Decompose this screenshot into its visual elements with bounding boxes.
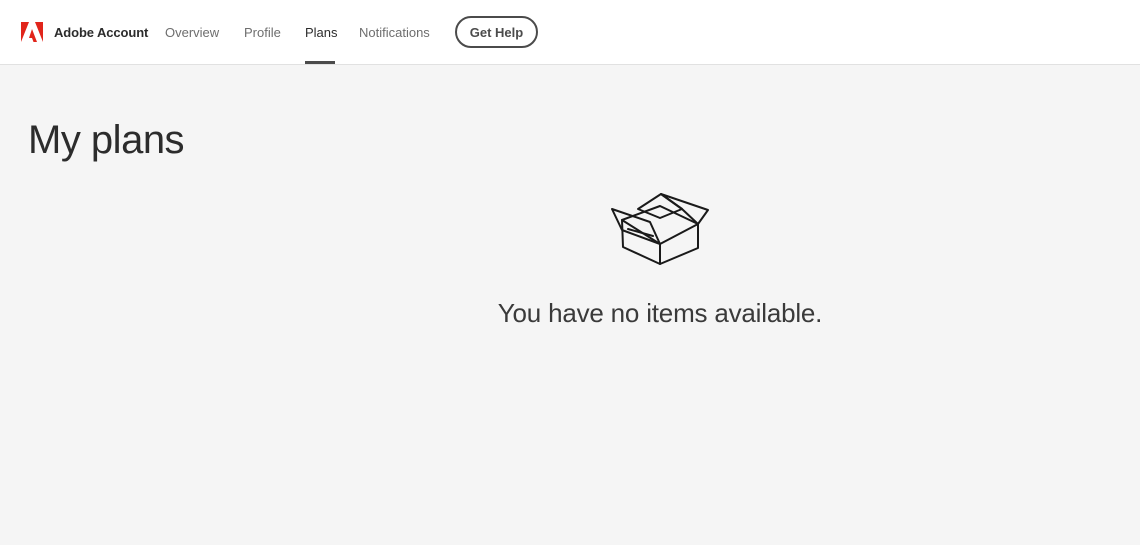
nav-item-overview[interactable]: Overview — [165, 25, 219, 40]
nav-item-plans[interactable]: Plans — [305, 25, 338, 40]
empty-state-message: You have no items available. — [497, 298, 823, 328]
open-box-icon — [611, 193, 709, 265]
adobe-logo-link[interactable] — [21, 22, 43, 42]
nav-item-profile[interactable]: Profile — [244, 25, 281, 40]
page-title: My plans — [28, 118, 185, 162]
nav-item-notifications[interactable]: Notifications — [359, 25, 430, 40]
brand-name[interactable]: Adobe Account — [54, 25, 148, 40]
adobe-logo-icon — [21, 22, 43, 42]
top-navigation-bar: Adobe Account Overview Profile Plans Not… — [0, 0, 1140, 65]
get-help-button[interactable]: Get Help — [455, 16, 538, 48]
active-tab-indicator — [305, 61, 335, 64]
